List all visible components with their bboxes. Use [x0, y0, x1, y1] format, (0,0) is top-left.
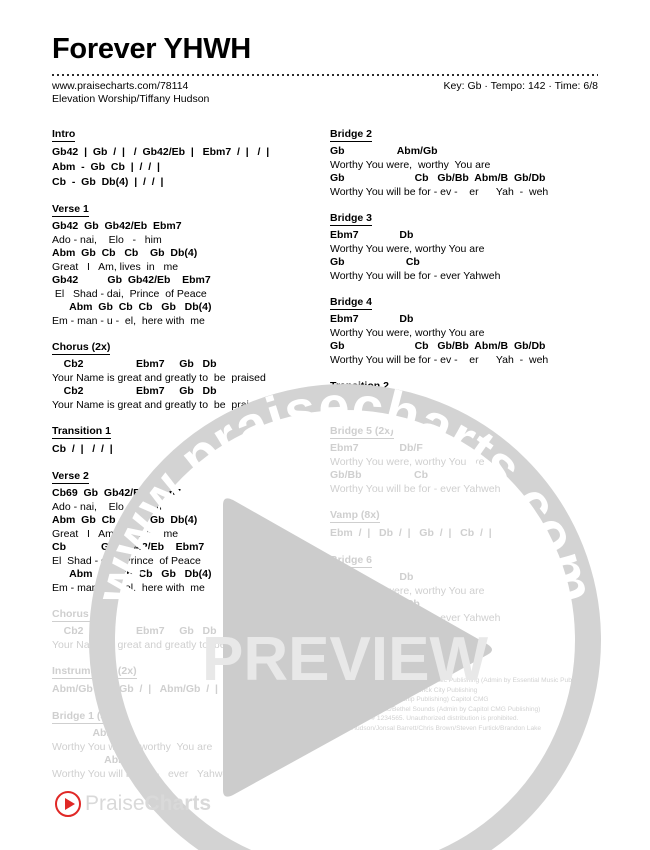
section-heading: Transition 2	[330, 380, 389, 394]
section-heading: Verse 2	[52, 470, 89, 484]
praisecharts-logo[interactable]: PraiseCharts	[55, 791, 211, 817]
measure-line: Cb / | / / |	[52, 443, 113, 455]
section-heading: Bridge 6	[330, 554, 373, 568]
section-heading: Bridge 4	[330, 296, 373, 310]
section-vamp: Vamp (8x) Ebm / | Db / | Gb / | Cb / |	[330, 505, 606, 541]
chord-line: Ebm7 Db	[330, 571, 414, 583]
lyric-line: Worthy You were, worthy You are	[330, 584, 485, 597]
section-chorus-2: Chorus (2x) Cb2 Ebm7 Gb Db Your Name is g…	[52, 604, 328, 652]
chord-line: Cb2 Ebm7 Gb Db	[52, 625, 217, 637]
chord-line: Gb Cb	[330, 256, 420, 268]
chord-line: Abm/Gb	[52, 727, 134, 739]
lyric-line: Worthy You will be for - ever Yahweh	[330, 482, 501, 495]
section-instrumental: Instrumental (2x) Abm/Gb / | Gb / | Abm/G…	[52, 661, 328, 697]
chord-line: Cb2 Ebm7 Gb Db	[52, 358, 217, 370]
section-bridge-6: Bridge 6 Ebm7 Db Worthy You were, worthy Y…	[330, 550, 606, 625]
section-heading: Instrumental (2x)	[52, 665, 137, 679]
section-transition-1: Transition 1 Cb / | / / |	[52, 421, 328, 457]
chord-line: Cb2 Ebm7 Gb Db	[52, 385, 217, 397]
lyric-line: Great I Am, lives in me	[52, 260, 179, 273]
page-title: Forever YHWH	[52, 33, 251, 65]
lyric-line: Ado - nai, Elo - him	[52, 233, 162, 246]
chord-line: Abm Gb Cb Cb Gb Db(4)	[52, 514, 198, 526]
section-heading: Transition 1	[52, 425, 111, 439]
header-divider	[52, 74, 598, 76]
section-heading: Bridge 3	[330, 212, 373, 226]
section-heading: Bridge 2	[330, 128, 373, 142]
measure-line: Cb - Gb Db(4) | / / |	[52, 176, 164, 188]
chord-line: Abm Gb Cb Cb Gb Db(4)	[52, 568, 212, 580]
lyric-line: Worthy You will be for - ev - er Yah - w…	[330, 185, 549, 198]
chord-line: Gb Abm/Gb	[330, 145, 438, 157]
copyright-notice: CCLI Song # 7206101 · Essential Music Pu…	[330, 677, 593, 732]
measure-line: Abm/Gb / | Gb / | Abm/Gb / | Gb / |	[52, 683, 259, 695]
logo-text-bold: Charts	[144, 792, 212, 815]
section-heading: Chorus (2x)	[52, 608, 111, 622]
measure-line: Gb42 | Gb / | / Gb42/Eb | Ebm7 / | / |	[52, 146, 270, 158]
section-bridge-4: Bridge 4 Ebm7 Db Worthy You were, worthy Y…	[330, 292, 606, 367]
section-heading: Bridge 5 (2x)	[330, 425, 394, 439]
measure-line: Abm - Gb Cb | / / |	[52, 161, 160, 173]
song-metadata: Key: Gb · Tempo: 142 · Time: 6/8	[443, 80, 598, 92]
lyric-line: Em - man - u - el, here with me	[52, 314, 205, 327]
lyric-line: Worthy You will be for - ever Yahweh	[330, 611, 501, 624]
section-bridge-3: Bridge 3 Ebm7 Db Worthy You were, worthy Y…	[330, 208, 606, 283]
source-url: www.praisecharts.com/78114	[52, 80, 189, 92]
chord-line: Abm/Gb	[52, 754, 145, 766]
lyric-line: El Shad - dai, Prince of Peace	[52, 287, 207, 300]
left-column: Intro Gb42 | Gb / | / Gb42/Eb | Ebm7 / | …	[52, 124, 328, 790]
lyric-line: Ado - nai, Elo - him	[52, 500, 162, 513]
section-heading: Verse 1	[52, 203, 89, 217]
lyric-line: Worthy You were, worthy You are	[330, 326, 485, 339]
chord-line: Gb Cb Gb/Bb Abm/B Gb/Db	[330, 340, 546, 352]
section-heading: Bridge 1 (3x)	[52, 710, 116, 724]
section-bridge-2: Bridge 2 Gb Abm/Gb Worthy You were, worthy…	[330, 124, 606, 199]
measure-line: Ebm / | Db / | Gb / | Cb / |	[330, 527, 492, 539]
section-intro: Intro Gb42 | Gb / | / Gb42/Eb | Ebm7 / | …	[52, 124, 328, 190]
lyric-line: Worthy You were, worthy You are	[330, 158, 491, 171]
lyric-line: Em - man - u - el, here with me	[52, 581, 205, 594]
lyric-line: Your Name is great and greatly to be pra…	[52, 638, 266, 651]
logo-text: PraiseCharts	[85, 792, 211, 816]
lyric-line: El Shad - dai, Prince of Peace	[52, 554, 201, 567]
lyric-line: Worthy You were, worthy You are	[52, 740, 213, 753]
right-column: Bridge 2 Gb Abm/Gb Worthy You were, worthy…	[330, 124, 606, 634]
artist-name: Elevation Worship/Tiffany Hudson	[52, 93, 210, 105]
section-heading: Chorus (2x)	[52, 341, 111, 355]
play-circle-icon	[55, 791, 81, 817]
section-bridge-5: Bridge 5 (2x) Ebm7 Db/F Worthy You were, w…	[330, 421, 606, 496]
chord-line: Gb/Bb Cb	[330, 469, 429, 481]
section-heading: Intro	[52, 128, 76, 142]
chord-line: Gb Cb Gb/Bb Abm/B Gb/Db	[330, 172, 546, 184]
lyric-line: Great I Am, lives in me	[52, 527, 179, 540]
section-verse-2: Verse 2 Cb69 Gb Gb42/Eb Ebm7 Ado - nai, El…	[52, 466, 328, 595]
section-chorus: Chorus (2x) Cb2 Ebm7 Gb Db Your Name is g…	[52, 337, 328, 412]
lyric-line: Your Name is great and greatly to be pra…	[52, 398, 266, 411]
chord-line: Gb42 Gb Gb42/Eb Ebm7	[52, 220, 182, 232]
lyric-line: Worthy You were, worthy You are	[330, 455, 485, 468]
lyric-line: Your Name is great and greatly to be pra…	[52, 371, 266, 384]
section-bridge-1: Bridge 1 (3x) Abm/Gb Worthy You were, wor…	[52, 706, 328, 781]
section-transition-2: Transition 2 Cb / | / / |	[330, 376, 606, 412]
chord-line: Ebm7 Db	[330, 313, 414, 325]
section-verse-1: Verse 1 Gb42 Gb Gb42/Eb Ebm7 Ado - nai, El…	[52, 199, 328, 328]
chord-line: Ebm7 Db	[330, 229, 414, 241]
logo-text-light: Praise	[85, 792, 145, 815]
measure-line: Cb / | / / |	[330, 398, 391, 410]
play-arrow-icon	[64, 798, 75, 810]
chord-line: Cb69 Gb Gb42/Eb Ebm7	[52, 487, 181, 499]
chord-line: Ebm7 Db/F	[330, 442, 423, 454]
lyric-line: Worthy You will be for - ever Yahweh	[52, 767, 235, 780]
chord-line: Abm Gb Cb Cb Gb Db(4)	[52, 247, 198, 259]
lyric-line: Worthy You will be for - ever Yahweh	[330, 269, 501, 282]
lyric-line: Worthy You will be for - ev - er Yah - w…	[330, 353, 549, 366]
section-heading: Vamp (8x)	[330, 509, 380, 523]
chord-chart-page: Forever YHWH www.praisecharts.com/78114 …	[0, 0, 650, 850]
chord-line: Gb42 Gb Gb42/Eb Ebm7	[52, 274, 211, 286]
chord-line: Cb Gb Gb42/Eb Ebm7	[52, 541, 205, 553]
chord-line: Abm Gb Cb Cb Gb Db(4)	[52, 301, 212, 313]
chord-line: Gb Cb	[330, 598, 420, 610]
lyric-line: Worthy You were, worthy You are	[330, 242, 485, 255]
